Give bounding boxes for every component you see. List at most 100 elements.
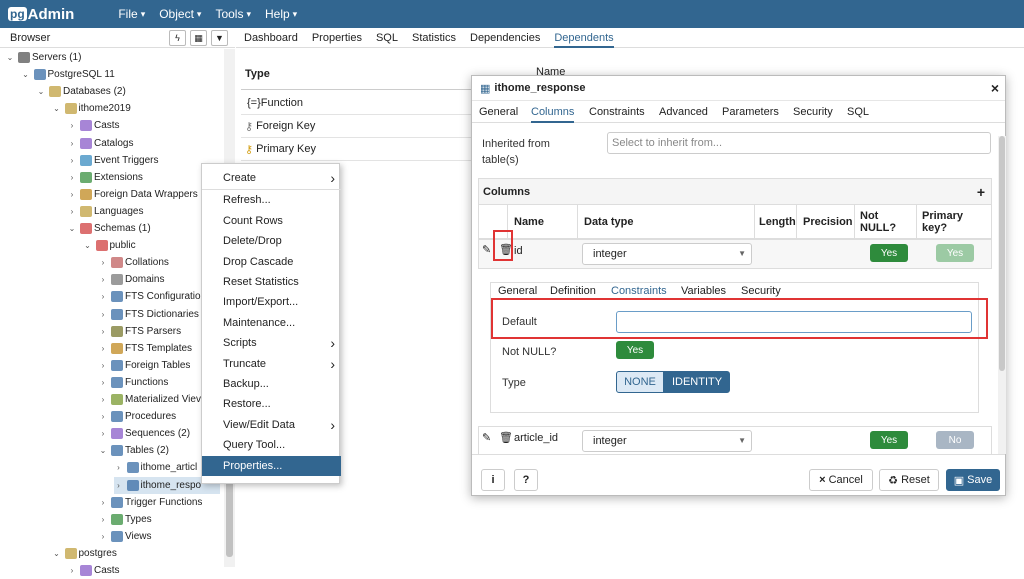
tree-item[interactable]: › Collations — [98, 254, 169, 271]
menu-tools[interactable]: Tools ▾ — [215, 7, 251, 21]
data-type-select[interactable]: integer ▼ — [582, 430, 752, 452]
menu-item-query-tool[interactable]: Query Tool... — [202, 435, 341, 455]
view-data-button[interactable]: ▦ — [190, 30, 207, 46]
type-identity-button[interactable]: IDENTITY — [664, 371, 730, 393]
tree-item[interactable]: › Types — [98, 511, 152, 528]
chevron-right-icon[interactable]: › — [98, 361, 108, 370]
tree-item[interactable]: ⌄ Schemas (1) — [67, 220, 151, 237]
dialog-title-bar[interactable]: ▦ ithome_response × — [472, 76, 1005, 101]
info-button[interactable]: i — [481, 469, 505, 491]
menu-object[interactable]: Object ▾ — [159, 7, 201, 21]
tree-item[interactable]: ⌄ PostgreSQL 11 — [21, 66, 115, 83]
help-button[interactable]: ? — [514, 469, 538, 491]
tree-item[interactable]: › Foreign Tables — [98, 357, 190, 374]
tree-item[interactable]: › Catalogs — [67, 135, 133, 152]
data-type-select[interactable]: integer ▼ — [582, 243, 752, 265]
notnull-toggle[interactable]: Yes — [870, 244, 908, 262]
tree-item[interactable]: › Casts — [67, 117, 120, 134]
query-tool-button[interactable]: ϟ — [169, 30, 186, 46]
menu-item-backup[interactable]: Backup... — [202, 374, 341, 394]
notnull-toggle[interactable]: Yes — [870, 431, 908, 449]
dialog-tab-advanced[interactable]: Advanced — [659, 101, 708, 123]
chevron-right-icon[interactable]: › — [98, 412, 108, 421]
edit-icon[interactable]: ✎ — [482, 431, 491, 444]
tree-item[interactable]: ⌄ public — [83, 237, 136, 254]
column-name[interactable]: article_id — [514, 432, 558, 444]
chevron-right-icon[interactable]: › — [98, 258, 108, 267]
cancel-button[interactable]: × Cancel — [809, 469, 873, 491]
chevron-right-icon[interactable]: › — [67, 190, 77, 199]
close-icon[interactable]: × — [991, 80, 999, 96]
dialog-tab-sql[interactable]: SQL — [847, 101, 869, 123]
filter-button[interactable]: ▼ — [211, 30, 228, 46]
trash-icon[interactable]: 🗑 — [499, 431, 513, 444]
chevron-down-icon[interactable]: ⌄ — [36, 87, 46, 96]
save-button[interactable]: ▣ Save — [946, 469, 1000, 491]
chevron-right-icon[interactable]: › — [98, 327, 108, 336]
chevron-down-icon[interactable]: ⌄ — [52, 549, 62, 558]
tree-item[interactable]: › Extensions — [67, 169, 143, 186]
dialog-tab-general[interactable]: General — [479, 101, 518, 123]
tree-item[interactable]: › FTS Configuratio — [98, 288, 201, 305]
chevron-down-icon[interactable]: ⌄ — [21, 70, 31, 79]
chevron-down-icon[interactable]: ⌄ — [67, 224, 77, 233]
menu-item-view-edit-data[interactable]: View/Edit Data › — [202, 415, 341, 435]
tree-item[interactable]: › Views — [98, 528, 152, 545]
column-name[interactable]: id — [514, 245, 523, 257]
chevron-right-icon[interactable]: › — [67, 173, 77, 182]
menu-item-reset-statistics[interactable]: Reset Statistics — [202, 272, 341, 292]
menu-file[interactable]: File ▾ — [118, 7, 145, 21]
notnull-switch[interactable]: Yes — [616, 341, 654, 359]
tree-item[interactable]: › Functions — [98, 374, 168, 391]
primary-key-toggle[interactable]: Yes — [936, 244, 974, 262]
dialog-tab-constraints[interactable]: Constraints — [589, 101, 645, 123]
tab-dependencies[interactable]: Dependencies — [470, 28, 540, 48]
chevron-right-icon[interactable]: › — [98, 344, 108, 353]
menu-item-count-rows[interactable]: Count Rows — [202, 211, 341, 231]
chevron-right-icon[interactable]: › — [98, 532, 108, 541]
tree-item[interactable]: ⌄ Servers (1) — [5, 49, 81, 66]
tree-item[interactable]: ⌄ postgres — [52, 545, 117, 562]
dialog-tab-columns[interactable]: Columns — [531, 101, 575, 123]
chevron-right-icon[interactable]: › — [67, 121, 77, 130]
chevron-right-icon[interactable]: › — [98, 378, 108, 387]
chevron-right-icon[interactable]: › — [67, 566, 77, 575]
tree-item[interactable]: › FTS Templates — [98, 340, 192, 357]
chevron-right-icon[interactable]: › — [67, 207, 77, 216]
menu-item-delete-drop[interactable]: Delete/Drop — [202, 231, 341, 251]
tab-sql[interactable]: SQL — [376, 28, 398, 48]
chevron-right-icon[interactable]: › — [98, 515, 108, 524]
tab-dashboard[interactable]: Dashboard — [244, 28, 298, 48]
tree-item[interactable]: › Procedures — [98, 408, 176, 425]
chevron-right-icon[interactable]: › — [98, 275, 108, 284]
chevron-down-icon[interactable]: ⌄ — [98, 446, 108, 455]
reset-button[interactable]: ♻ Reset — [879, 469, 939, 491]
chevron-right-icon[interactable]: › — [98, 310, 108, 319]
menu-item-refresh[interactable]: Refresh... — [202, 190, 341, 210]
tree-item[interactable]: › Languages — [67, 203, 144, 220]
scrollbar-thumb[interactable] — [999, 136, 1005, 371]
chevron-down-icon[interactable]: ⌄ — [83, 241, 93, 250]
primary-key-toggle[interactable]: No — [936, 431, 974, 449]
type-none-button[interactable]: NONE — [616, 371, 664, 393]
tab-properties[interactable]: Properties — [312, 28, 362, 48]
inherit-select[interactable]: Select to inherit from... — [607, 132, 991, 154]
menu-item-drop-cascade[interactable]: Drop Cascade — [202, 252, 341, 272]
dialog-tab-parameters[interactable]: Parameters — [722, 101, 779, 123]
chevron-right-icon[interactable]: › — [114, 481, 124, 490]
chevron-right-icon[interactable]: › — [98, 395, 108, 404]
tree-item[interactable]: › Trigger Functions — [98, 494, 202, 511]
add-column-icon[interactable]: + — [977, 184, 985, 200]
chevron-right-icon[interactable]: › — [98, 429, 108, 438]
tab-statistics[interactable]: Statistics — [412, 28, 456, 48]
tree-item[interactable]: › Casts — [67, 562, 120, 579]
menu-item-create[interactable]: Create › — [202, 168, 341, 188]
chevron-right-icon[interactable]: › — [67, 139, 77, 148]
chevron-down-icon[interactable]: ⌄ — [52, 104, 62, 113]
chevron-down-icon[interactable]: ⌄ — [5, 53, 15, 62]
dialog-tab-security[interactable]: Security — [793, 101, 833, 123]
tree-item[interactable]: ⌄ Tables (2) — [98, 442, 169, 459]
tree-item[interactable]: ⌄ ithome2019 — [52, 100, 131, 117]
tree-item[interactable]: › Sequences (2) — [98, 425, 190, 442]
chevron-right-icon[interactable]: › — [114, 463, 124, 472]
